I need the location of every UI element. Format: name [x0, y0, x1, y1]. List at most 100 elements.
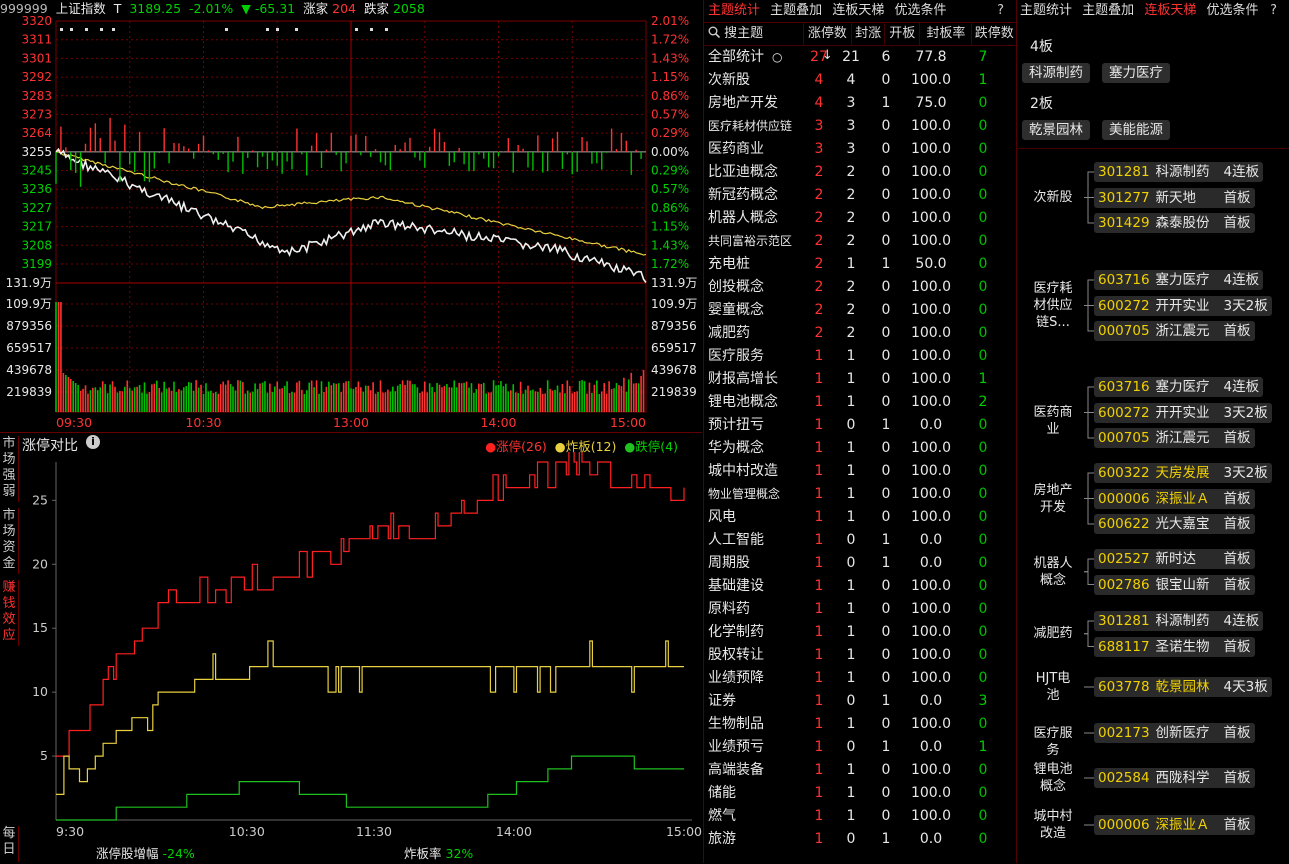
theme-row-total[interactable]: 全部统计 ○ 27 21 6 77.8 7 — [704, 46, 1016, 69]
table-row[interactable]: 高端装备 1 1 0 100.0 0 — [704, 759, 1016, 782]
tab-filter[interactable]: 优选条件 — [894, 3, 946, 18]
table-row[interactable]: 医疗耗材供应链 3 3 0 100.0 0 — [704, 115, 1016, 138]
table-row[interactable]: 物业管理概念 1 1 0 100.0 0 — [704, 483, 1016, 506]
table-row[interactable]: 医疗服务 1 1 0 100.0 0 — [704, 345, 1016, 368]
table-row[interactable]: 华为概念 1 1 0 100.0 0 — [704, 437, 1016, 460]
event-marker[interactable] — [60, 28, 63, 31]
table-row[interactable]: 房地产开发 4 3 1 75.0 0 — [704, 92, 1016, 115]
search-theme-button[interactable]: 搜主题 — [704, 23, 804, 45]
table-row[interactable]: 燃气 1 1 0 100.0 0 — [704, 805, 1016, 828]
event-marker[interactable] — [385, 28, 388, 31]
ladder-stock[interactable]: 002786 银宝山新 首板 — [1094, 574, 1255, 595]
table-row[interactable]: 旅游 1 0 1 0.0 0 — [704, 828, 1016, 851]
table-row[interactable]: 共同富裕示范区 2 2 0 100.0 0 — [704, 230, 1016, 253]
event-marker[interactable] — [276, 28, 279, 31]
event-marker[interactable] — [370, 28, 373, 31]
limit-chart[interactable]: 25 20 15 10 5 9:30 10:30 11:30 14:00 15:00 — [0, 452, 702, 863]
ladder-group-label[interactable]: 减肥药 — [1020, 625, 1086, 642]
table-row[interactable]: 减肥药 2 2 0 100.0 0 — [704, 322, 1016, 345]
event-marker[interactable] — [266, 28, 269, 31]
ladder-stock[interactable]: 000006 深振业Ａ 首板 — [1094, 815, 1255, 835]
col-seal-rate[interactable]: 封板率 — [920, 23, 973, 45]
table-row[interactable]: 医药商业 3 3 0 100.0 0 — [704, 138, 1016, 161]
table-row[interactable]: 周期股 1 0 1 0.0 0 — [704, 552, 1016, 575]
table-row[interactable]: 储能 1 1 0 100.0 0 — [704, 782, 1016, 805]
tab-board-ladder[interactable]: 连板天梯 — [832, 3, 884, 18]
event-marker[interactable] — [85, 28, 88, 31]
table-row[interactable]: 财报高增长 1 1 0 100.0 1 — [704, 368, 1016, 391]
table-row[interactable]: 预计扭亏 1 0 1 0.0 0 — [704, 414, 1016, 437]
event-marker[interactable] — [355, 28, 358, 31]
settings-circle-icon[interactable]: ○ — [772, 50, 782, 64]
event-marker[interactable] — [112, 28, 115, 31]
ladder-group-label[interactable]: 锂电池概念 — [1020, 761, 1086, 795]
col-limit-down[interactable]: 跌停数 — [972, 23, 1016, 45]
col-sealed[interactable]: 封涨 — [852, 23, 886, 45]
ladder-group-label[interactable]: 次新股 — [1020, 189, 1086, 206]
ladder-group-label[interactable]: 城中村改造 — [1020, 808, 1086, 842]
table-row[interactable]: 化学制药 1 1 0 100.0 0 — [704, 621, 1016, 644]
event-marker[interactable] — [70, 28, 73, 31]
ladder-stock[interactable]: 688117 圣诺生物 首板 — [1094, 636, 1255, 657]
ladder-stock[interactable]: 603716 塞力医疗 4连板 — [1094, 377, 1264, 397]
table-row[interactable]: 业绩预亏 1 0 1 0.0 1 — [704, 736, 1016, 759]
table-row[interactable]: 次新股 4 4 0 100.0 1 — [704, 69, 1016, 92]
event-marker[interactable] — [100, 28, 103, 31]
ladder-group-label[interactable]: 医药商业 — [1020, 404, 1086, 438]
theme-table-body: 全部统计 ○ 27 21 6 77.8 7 次新股 4 4 0 100.0 1 房地产开发 4 3 1 75.0 0… — [704, 46, 1016, 851]
ladder-stock[interactable]: 301281 科源制药 4连板 — [1094, 611, 1264, 631]
ladder-stock[interactable]: 600622 光大嘉宝 首板 — [1094, 514, 1255, 534]
limit-up-count: 1 — [814, 785, 824, 801]
ladder-stock[interactable]: 301429 森泰股份 首板 — [1094, 213, 1255, 233]
table-row[interactable]: 股权转让 1 1 0 100.0 0 — [704, 644, 1016, 667]
ladder-stock[interactable]: 603716 塞力医疗 4连板 — [1094, 270, 1264, 290]
event-marker[interactable] — [295, 28, 298, 31]
ladder-stock[interactable]: 600272 开开实业 3天2板 — [1094, 295, 1272, 316]
table-row[interactable]: 证券 1 0 1 0.0 3 — [704, 690, 1016, 713]
ladder-stock[interactable]: 301277 新天地 首板 — [1094, 187, 1255, 208]
col-opened[interactable]: 开板 — [885, 23, 921, 45]
table-row[interactable]: 城中村改造 1 1 0 100.0 0 — [704, 460, 1016, 483]
ladder-group-label[interactable]: 医疗服务 — [1020, 725, 1086, 759]
info-icon[interactable]: i — [86, 435, 100, 449]
table-row[interactable]: 婴童概念 2 2 0 100.0 0 — [704, 299, 1016, 322]
table-row[interactable]: 基础建设 1 1 0 100.0 0 — [704, 575, 1016, 598]
ladder-stock[interactable]: 002527 新时达 首板 — [1094, 549, 1255, 569]
side-tab-funds[interactable]: 市场资金 — [0, 508, 19, 574]
table-row[interactable]: 原料药 1 1 0 100.0 0 — [704, 598, 1016, 621]
ladder-group-label[interactable]: 医疗耗材供应链S... — [1020, 280, 1086, 331]
help-icon[interactable]: ? — [997, 0, 1004, 22]
ladder-group-label[interactable]: HJT电池 — [1020, 670, 1086, 704]
tab-theme-overlay[interactable]: 主题叠加 — [770, 3, 822, 18]
table-row[interactable]: 生物制品 1 1 0 100.0 0 — [704, 713, 1016, 736]
table-row[interactable]: 比亚迪概念 2 2 0 100.0 0 — [704, 161, 1016, 184]
side-tab-profit[interactable]: 赚钱效应 — [0, 580, 19, 646]
stock-name: 森泰股份 — [1155, 215, 1210, 231]
table-row[interactable]: 业绩预降 1 1 0 100.0 0 — [704, 667, 1016, 690]
ladder-stock[interactable]: 603778 乾景园林 4天3板 — [1094, 677, 1272, 697]
side-tab-daily[interactable]: 每日 — [0, 826, 19, 862]
ladder-stock[interactable]: 000705 浙江震元 首板 — [1094, 428, 1255, 448]
table-row[interactable]: 机器人概念 2 2 0 100.0 0 — [704, 207, 1016, 230]
event-marker[interactable] — [225, 28, 228, 31]
ladder-stock[interactable]: 301281 科源制药 4连板 — [1094, 162, 1264, 182]
ladder-group-label[interactable]: 机器人概念 — [1020, 555, 1086, 589]
table-row[interactable]: 风电 1 1 0 100.0 0 — [704, 506, 1016, 529]
ladder-stock[interactable]: 002173 创新医疗 首板 — [1094, 723, 1255, 743]
ladder-stock[interactable]: 600272 开开实业 3天2板 — [1094, 402, 1272, 423]
ladder-stock[interactable]: 002584 西陇科学 首板 — [1094, 768, 1255, 788]
table-row[interactable]: 创投概念 2 2 0 100.0 0 — [704, 276, 1016, 299]
col-limit-up-count[interactable]: 涨停数↓ — [804, 23, 853, 63]
table-row[interactable]: 人工智能 1 0 1 0.0 0 — [704, 529, 1016, 552]
stock-code: 000705 — [1098, 323, 1150, 339]
intraday-chart[interactable]: 3320 2.01% 3311 1.72% 3301 1.43% 3292 1.15% 3283… — [0, 0, 702, 432]
tab-theme-stats[interactable]: 主题统计 — [708, 3, 760, 18]
table-row[interactable]: 新冠药概念 2 2 0 100.0 0 — [704, 184, 1016, 207]
table-row[interactable]: 锂电池概念 1 1 0 100.0 2 — [704, 391, 1016, 414]
ladder-stock[interactable]: 000705 浙江震元 首板 — [1094, 321, 1255, 341]
ladder-group-label[interactable]: 房地产开发 — [1020, 482, 1086, 516]
side-tab-strength[interactable]: 市场强弱 — [0, 436, 19, 502]
ladder-stock[interactable]: 600322 天房发展 3天2板 — [1094, 463, 1272, 483]
ladder-stock[interactable]: 000006 深振业Ａ 首板 — [1094, 488, 1255, 509]
table-row[interactable]: 充电桩 2 1 1 50.0 0 — [704, 253, 1016, 276]
